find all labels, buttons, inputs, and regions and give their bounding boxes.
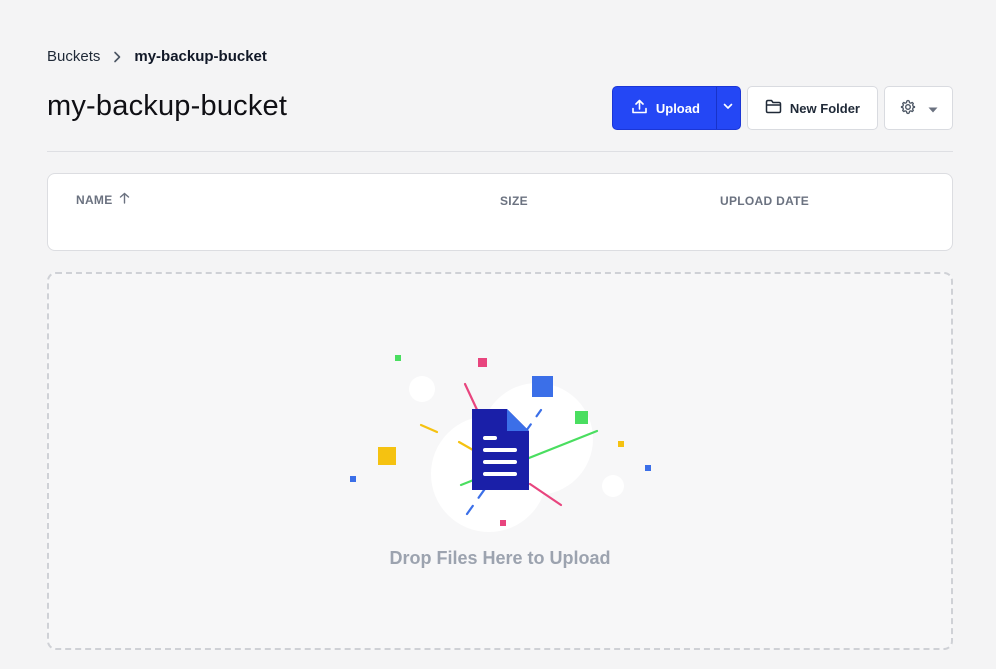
chevron-right-icon <box>110 50 124 64</box>
folder-icon <box>765 99 782 117</box>
caret-down-icon <box>928 101 938 116</box>
settings-button[interactable] <box>884 86 953 130</box>
column-header-name[interactable]: NAME <box>76 192 130 207</box>
toolbar: Upload New Folder <box>611 86 953 130</box>
document-illustration <box>350 355 651 532</box>
upload-icon <box>631 98 648 118</box>
column-header-size[interactable]: SIZE <box>500 194 528 208</box>
new-folder-label: New Folder <box>789 100 860 116</box>
gear-icon <box>900 99 916 118</box>
header-divider <box>47 151 953 152</box>
breadcrumb-current: my-backup-bucket <box>134 48 267 65</box>
column-header-upload-date[interactable]: UPLOAD DATE <box>720 194 809 208</box>
breadcrumb: Buckets my-backup-bucket <box>47 48 267 65</box>
upload-button-group: Upload <box>611 86 741 130</box>
file-table: NAME SIZE UPLOAD DATE <box>47 173 953 251</box>
dropzone-label: Drop Files Here to Upload <box>389 548 611 568</box>
upload-menu-button[interactable] <box>715 87 740 129</box>
page-title: my-backup-bucket <box>47 90 288 122</box>
chevron-down-icon <box>722 99 734 117</box>
new-folder-button[interactable]: New Folder <box>746 86 878 130</box>
upload-button[interactable]: Upload <box>613 87 716 129</box>
upload-button-label: Upload <box>655 100 700 116</box>
upload-dropzone[interactable]: Drop Files Here to Upload <box>47 272 953 650</box>
arrow-up-icon <box>119 192 130 207</box>
breadcrumb-buckets-link[interactable]: Buckets <box>47 48 100 65</box>
